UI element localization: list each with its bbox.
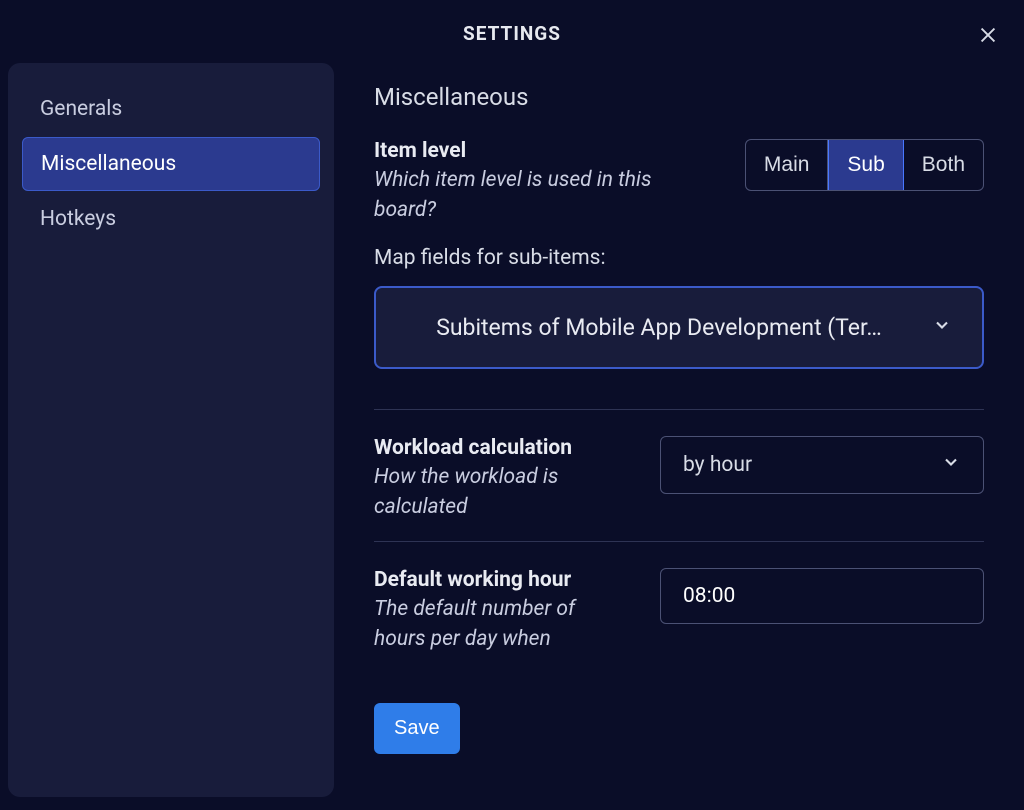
item-level-label: Item level — [374, 139, 715, 163]
divider — [374, 409, 984, 410]
default-hour-label: Default working hour — [374, 568, 630, 592]
item-level-option-both[interactable]: Both — [904, 140, 983, 190]
save-button[interactable]: Save — [374, 703, 460, 754]
sidebar-item-label: Miscellaneous — [41, 152, 176, 176]
close-icon — [977, 34, 999, 49]
content-panel: Miscellaneous Item level Which item leve… — [374, 63, 1004, 797]
item-level-option-sub[interactable]: Sub — [828, 140, 903, 190]
sidebar-item-label: Generals — [40, 97, 122, 121]
workload-select[interactable]: by hour — [660, 436, 984, 494]
default-hour-row: Default working hour The default number … — [374, 568, 984, 655]
close-button[interactable] — [974, 22, 1002, 50]
divider — [374, 541, 984, 542]
header-title: SETTINGS — [0, 22, 1024, 45]
chevron-down-icon — [941, 452, 961, 478]
chevron-down-icon — [932, 314, 952, 341]
item-level-segmented: Main Sub Both — [745, 139, 984, 191]
map-fields-select[interactable]: Subitems of Mobile App Development (Ter… — [374, 286, 984, 369]
default-hour-input[interactable]: 08:00 — [660, 568, 984, 624]
item-level-option-main[interactable]: Main — [746, 140, 829, 190]
workload-row: Workload calculation How the workload is… — [374, 436, 984, 523]
default-hour-value: 08:00 — [683, 584, 735, 608]
workload-value: by hour — [683, 453, 752, 477]
workload-label: Workload calculation — [374, 436, 630, 460]
content-title: Miscellaneous — [374, 83, 984, 111]
sidebar: Generals Miscellaneous Hotkeys — [8, 63, 334, 797]
sidebar-item-generals[interactable]: Generals — [22, 83, 320, 135]
workload-desc: How the workload is calculated — [374, 462, 630, 523]
item-level-desc: Which item level is used in this board? — [374, 165, 715, 226]
sidebar-item-hotkeys[interactable]: Hotkeys — [22, 193, 320, 245]
map-fields-label: Map fields for sub-items: — [374, 246, 984, 270]
header: SETTINGS — [0, 0, 1024, 63]
sidebar-item-miscellaneous[interactable]: Miscellaneous — [22, 137, 320, 191]
sidebar-item-label: Hotkeys — [40, 207, 116, 231]
default-hour-desc: The default number of hours per day when — [374, 594, 630, 655]
map-fields-value: Subitems of Mobile App Development (Ter… — [406, 314, 912, 341]
item-level-row: Item level Which item level is used in t… — [374, 139, 984, 226]
